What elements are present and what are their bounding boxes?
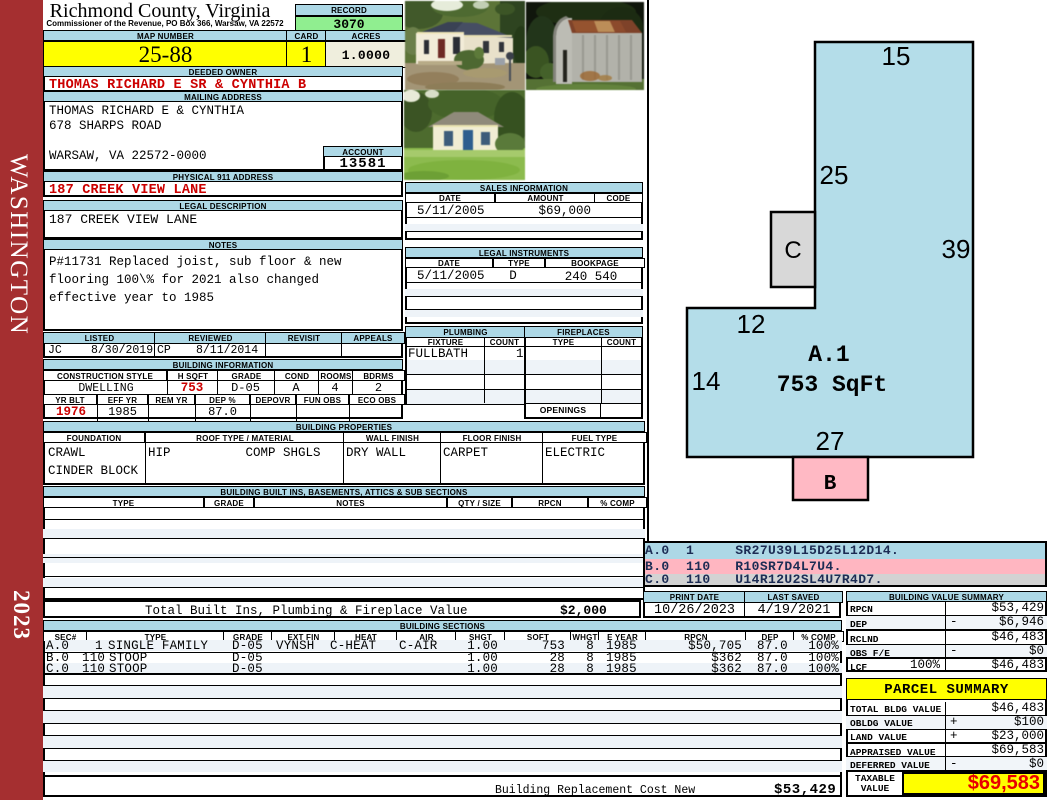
svg-text:12: 12 [737,309,766,339]
svg-text:A.1: A.1 [808,342,849,368]
svg-text:15: 15 [882,41,911,71]
svg-text:C: C [784,237,801,264]
svg-text:753 SqFt: 753 SqFt [777,372,887,398]
svg-text:14: 14 [692,366,721,396]
svg-text:39: 39 [942,234,971,264]
svg-text:27: 27 [816,426,845,456]
svg-text:25: 25 [820,160,849,190]
svg-text:B: B [824,473,837,496]
